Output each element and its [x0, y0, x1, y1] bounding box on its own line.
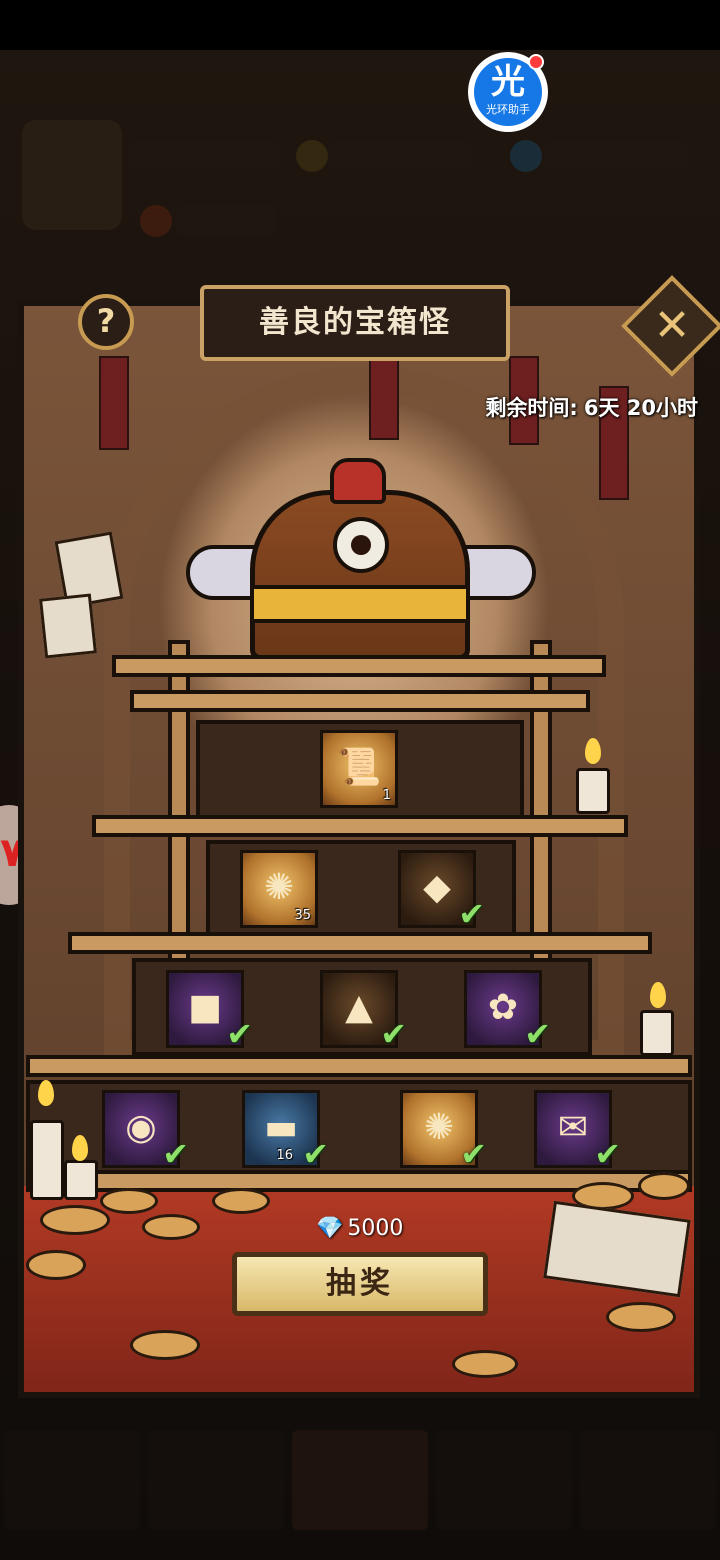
draw-cost: 💎 5000 — [316, 1216, 403, 1241]
mimic-pupil — [351, 535, 371, 555]
claimed-check-icon: ✔ — [162, 1135, 189, 1173]
coin-pile — [212, 1188, 270, 1214]
reward-count: 16 — [276, 1148, 293, 1163]
remaining-time: 剩余时间: 6天 20小时 — [420, 392, 698, 422]
coin-pile — [40, 1205, 110, 1235]
candle — [640, 1010, 674, 1056]
reward-count: 1 — [382, 788, 391, 803]
assistant-float-button[interactable]: 光 光环助手 — [468, 52, 548, 132]
claimed-check-icon: ✔ — [594, 1135, 621, 1173]
claimed-check-icon: ✔ — [524, 1015, 551, 1053]
reward-slot[interactable]: ▬ 16 ✔ — [242, 1090, 329, 1173]
help-button[interactable]: ? — [78, 294, 134, 350]
shelf-tier-1 — [92, 815, 628, 837]
mimic-eye-icon — [333, 517, 389, 573]
flame-icon — [585, 738, 601, 764]
crown-icon — [330, 458, 386, 504]
wall-note — [39, 593, 97, 659]
coin-pile — [100, 1188, 158, 1214]
remaining-time-label: 剩余时间: — [485, 396, 578, 420]
hanging-banner — [99, 356, 129, 450]
flame-icon — [650, 982, 666, 1008]
claimed-check-icon: ✔ — [302, 1135, 329, 1173]
reward-slot[interactable]: ■ ✔ — [166, 970, 253, 1053]
coin-pile — [606, 1302, 676, 1332]
reward-slot[interactable]: ✉ ✔ — [534, 1090, 621, 1173]
draw-button-label: 抽奖 — [326, 1266, 394, 1301]
claimed-check-icon: ✔ — [380, 1015, 407, 1053]
claimed-check-icon: ✔ — [458, 895, 485, 933]
coin-pile — [26, 1250, 86, 1280]
mimic-mouth-band — [250, 585, 470, 623]
reward-count: 35 — [294, 908, 311, 923]
coin-pile — [130, 1330, 200, 1360]
claimed-check-icon: ✔ — [460, 1135, 487, 1173]
candle — [64, 1160, 98, 1200]
status-bar — [0, 0, 720, 50]
reward-slot[interactable]: ✿ ✔ — [464, 970, 551, 1053]
coin-pile — [638, 1172, 690, 1200]
mimic-chest-mascot — [250, 490, 470, 660]
panel-title: 善良的宝箱怪 — [259, 305, 451, 340]
shelf-top — [112, 655, 606, 677]
shelf-tier-3 — [26, 1055, 692, 1077]
remaining-time-value: 6天 20小时 — [583, 396, 698, 420]
coin-pile — [142, 1214, 200, 1240]
draw-button[interactable]: 抽奖 — [232, 1252, 488, 1316]
close-icon: ✕ — [653, 300, 691, 351]
assistant-label: 光环助手 — [486, 103, 530, 116]
hanging-banner — [369, 356, 399, 440]
reward-slot[interactable]: 📜 1 — [320, 730, 398, 808]
reward-slot[interactable]: ◉ ✔ — [102, 1090, 189, 1173]
flame-icon — [38, 1080, 54, 1106]
candle — [576, 768, 610, 814]
reward-slot[interactable]: ✺ 35 — [240, 850, 318, 928]
diamond-icon: 💎 — [316, 1216, 344, 1241]
notification-dot — [528, 54, 544, 70]
reward-slot[interactable]: ✺ ✔ — [400, 1090, 487, 1173]
coin-pile — [452, 1350, 518, 1378]
panel-title-bar: 善良的宝箱怪 — [200, 285, 510, 361]
shelf-rail — [130, 690, 590, 712]
candle — [30, 1120, 64, 1200]
draw-cost-amount: 5000 — [347, 1216, 404, 1241]
shelf-tier-2 — [68, 932, 652, 954]
claimed-check-icon: ✔ — [226, 1015, 253, 1053]
flame-icon — [72, 1135, 88, 1161]
reward-slot[interactable]: ▲ ✔ — [320, 970, 407, 1053]
reward-slot[interactable]: ◆ ✔ — [398, 850, 485, 933]
